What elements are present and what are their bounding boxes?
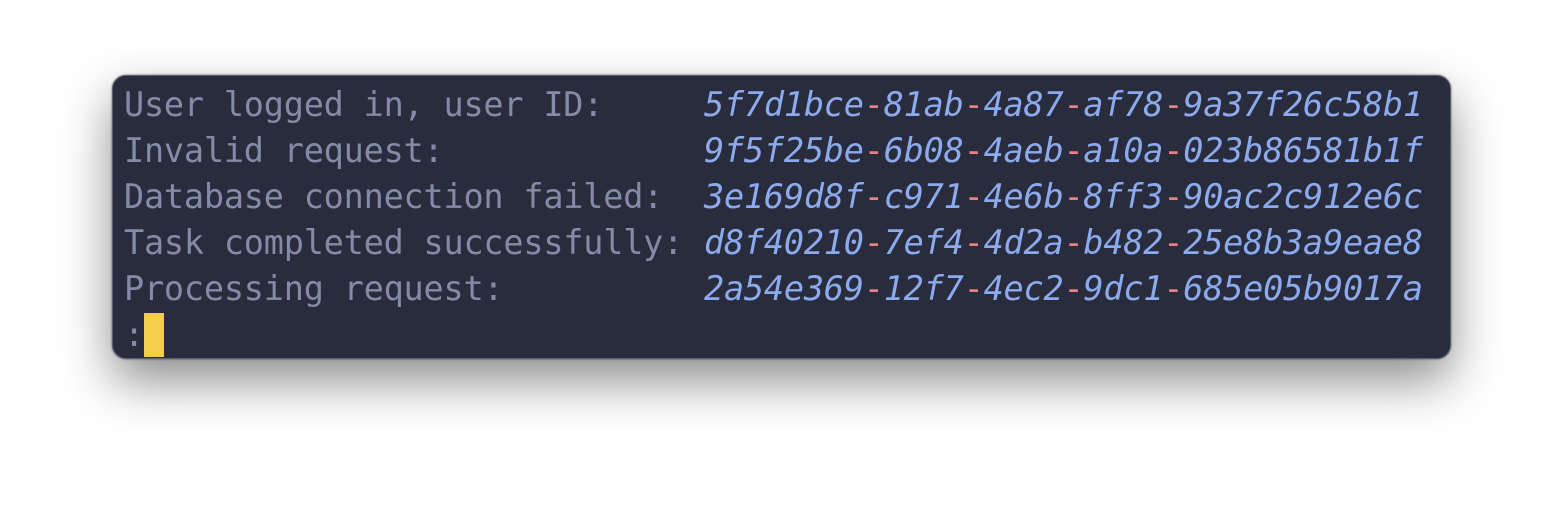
uuid: 2a54e369-12f7-4ec2-9dc1-685e05b9017a [704,266,1423,312]
uuid-separator: - [863,131,884,170]
log-message: Invalid request: [124,131,444,170]
uuid-segment: 685e05b9017a [1183,269,1423,308]
uuid-separator: - [1163,85,1184,124]
terminal-output: User logged in, user ID: 5f7d1bce-81ab-4a… [124,82,1423,358]
uuid-segment: 9f5f25be [704,131,864,170]
uuid-segment: 9dc1 [1083,269,1164,308]
uuid-separator: - [1063,131,1084,170]
uuid-separator: - [1163,269,1184,308]
uuid-separator: - [963,269,984,308]
uuid-separator: - [1163,223,1184,262]
uuid-segment: 90ac2c912e6c [1183,177,1423,216]
uuid-segment: 4e6b [983,177,1064,216]
uuid-segment: 4d2a [983,223,1064,262]
uuid-segment: d8f40210 [704,223,864,262]
uuid-separator: - [1063,223,1084,262]
uuid-segment: 9a37f26c58b1 [1183,85,1423,124]
uuid-segment: 5f7d1bce [704,85,864,124]
prompt-colon: : [124,315,144,354]
uuid-separator: - [1063,177,1084,216]
uuid-separator: - [863,269,884,308]
log-message: Processing request: [124,269,504,308]
uuid-separator: - [963,223,984,262]
uuid-separator: - [963,85,984,124]
uuid-segment: 023b86581b1f [1183,131,1423,170]
pager-prompt[interactable]: : [124,312,1423,358]
uuid-separator: - [1063,269,1084,308]
uuid-segment: 12f7 [883,269,964,308]
uuid-separator: - [863,85,884,124]
log-message: Database connection failed: [124,177,664,216]
uuid-segment: 2a54e369 [704,269,864,308]
uuid-separator: - [963,131,984,170]
uuid-segment: 6b08 [883,131,964,170]
terminal-window[interactable]: User logged in, user ID: 5f7d1bce-81ab-4a… [112,75,1451,359]
uuid-segment: 81ab [883,85,964,124]
uuid-segment: c971 [883,177,964,216]
log-message: User logged in, user ID: [124,85,604,124]
uuid-segment: a10a [1083,131,1164,170]
log-line: Invalid request: 9f5f25be-6b08-4aeb-a10a-… [124,128,1423,174]
uuid-segment: 25e8b3a9eae8 [1183,223,1423,262]
log-line: Task completed successfully: d8f40210-7ef… [124,220,1423,266]
uuid-separator: - [1163,177,1184,216]
log-line: User logged in, user ID: 5f7d1bce-81ab-4a… [124,82,1423,128]
uuid: d8f40210-7ef4-4d2a-b482-25e8b3a9eae8 [704,220,1423,266]
log-message: Task completed successfully: [124,223,684,262]
uuid-segment: 4aeb [983,131,1064,170]
uuid-separator: - [963,177,984,216]
uuid-segment: 3e169d8f [704,177,864,216]
uuid-separator: - [863,223,884,262]
uuid-separator: - [1063,85,1084,124]
uuid: 5f7d1bce-81ab-4a87-af78-9a37f26c58b1 [704,82,1423,128]
cursor-block [143,313,164,357]
uuid-segment: 7ef4 [883,223,964,262]
uuid-segment: 4a87 [983,85,1064,124]
uuid-segment: b482 [1083,223,1164,262]
uuid-separator: - [863,177,884,216]
uuid-segment: 8ff3 [1083,177,1164,216]
log-line: Processing request: 2a54e369-12f7-4ec2-9d… [124,266,1423,312]
uuid: 9f5f25be-6b08-4aeb-a10a-023b86581b1f [704,128,1423,174]
uuid-segment: af78 [1083,85,1164,124]
log-line: Database connection failed: 3e169d8f-c971… [124,174,1423,220]
uuid-separator: - [1163,131,1184,170]
uuid: 3e169d8f-c971-4e6b-8ff3-90ac2c912e6c [704,174,1423,220]
uuid-segment: 4ec2 [983,269,1064,308]
